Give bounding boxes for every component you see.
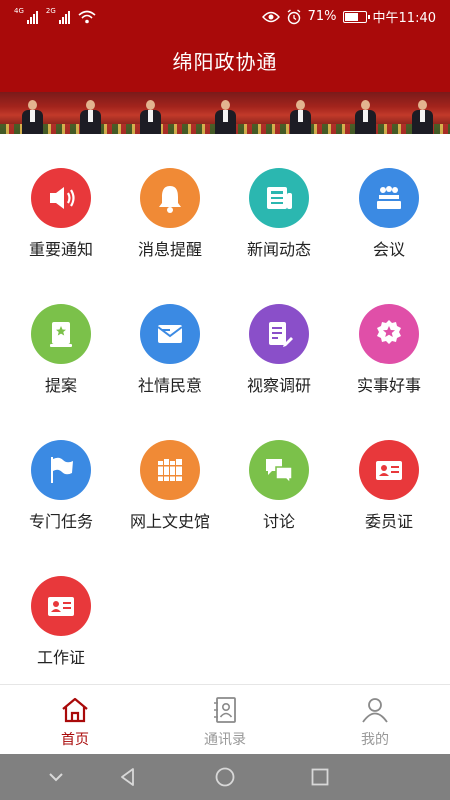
proposal-icon (50, 322, 72, 347)
grid-item-label: 会议 (372, 240, 405, 259)
signal-bars-icon (26, 11, 38, 24)
circle-bg (31, 304, 91, 364)
document-edit-icon (269, 322, 293, 347)
circle-bg (249, 440, 309, 500)
circle-bg (249, 168, 309, 228)
nav-recents-button[interactable] (307, 764, 333, 790)
network-type-2: 2G (45, 7, 56, 15)
grid-item-news[interactable]: 新闻动态 (224, 168, 334, 268)
tab-home[interactable]: 首页 (0, 685, 150, 755)
banner-figure (80, 100, 101, 134)
banner-figure (215, 100, 236, 134)
grid-item-message-reminder[interactable]: 消息提醒 (115, 168, 225, 268)
status-bar: 4G 2G 71% 中午11:40 (0, 0, 450, 32)
signal-group: 4G 2G (14, 8, 96, 24)
clock: 中午11:40 (372, 11, 436, 26)
books-icon (158, 459, 182, 481)
eye-icon (261, 11, 280, 22)
nav-home-button[interactable] (212, 764, 238, 790)
circle-bg (140, 304, 200, 364)
bell-icon (159, 186, 181, 213)
id-card-icon (376, 461, 402, 480)
flag-icon (51, 457, 73, 483)
banner-figure (290, 100, 311, 134)
network-type-1: 4G (14, 7, 24, 15)
system-nav-bar (0, 754, 450, 800)
grid-item-public-opinion[interactable]: 社情民意 (115, 304, 225, 404)
banner-figure (140, 100, 161, 134)
grid-item-good-deeds[interactable]: 实事好事 (334, 304, 444, 404)
grid-item-label: 工作证 (36, 648, 85, 667)
circle-bg (31, 440, 91, 500)
grid-item-label: 委员证 (364, 512, 413, 531)
grid-item-proposal[interactable]: 提案 (6, 304, 116, 404)
envelope-icon (157, 325, 183, 343)
back-icon (121, 768, 134, 786)
home-circle-icon (215, 767, 235, 787)
alarm-icon (287, 8, 301, 24)
battery-percent: 71% (307, 9, 337, 24)
grid-item-label: 实事好事 (356, 376, 421, 395)
grid-item-discussion[interactable]: 讨论 (224, 440, 334, 540)
circle-bg (140, 168, 200, 228)
circle-bg (31, 576, 91, 636)
status-right: 71% 中午11:40 (261, 7, 436, 26)
recents-icon (311, 768, 329, 786)
bottom-tab-bar: 首页 通讯录 我的 (0, 684, 450, 754)
circle-bg (359, 168, 419, 228)
grid-item-inspection[interactable]: 视察调研 (224, 304, 334, 404)
profile-icon (362, 698, 388, 723)
circle-bg (249, 304, 309, 364)
circle-bg (359, 304, 419, 364)
megaphone-icon (50, 187, 75, 209)
contacts-icon (214, 697, 236, 723)
nav-back-button[interactable] (115, 764, 141, 790)
battery-icon (342, 10, 370, 23)
star-badge-icon (377, 320, 401, 344)
grid-item-special-task[interactable]: 专门任务 (6, 440, 116, 540)
tab-label: 我的 (361, 732, 389, 748)
grid-item-online-history-museum[interactable]: 网上文史馆 (115, 440, 225, 540)
banner-figure (22, 100, 43, 134)
circle-bg (359, 440, 419, 500)
newspaper-icon (267, 187, 292, 209)
tab-contacts[interactable]: 通讯录 (150, 685, 300, 755)
circle-bg (31, 168, 91, 228)
tab-profile[interactable]: 我的 (300, 685, 450, 755)
app-title: 绵阳政协通 (0, 32, 450, 92)
signal-bars-icon-2 (58, 11, 70, 24)
banner-figure (355, 100, 376, 134)
grid-item-meeting[interactable]: 会议 (334, 168, 444, 268)
grid-item-member-card[interactable]: 委员证 (334, 440, 444, 540)
chevron-down-icon (49, 773, 63, 782)
home-icon (62, 697, 88, 723)
id-card-icon (48, 597, 74, 616)
meeting-icon (377, 186, 401, 209)
tab-label: 首页 (61, 732, 89, 748)
circle-bg (140, 440, 200, 500)
chat-icon (266, 459, 293, 485)
grid-item-work-card[interactable]: 工作证 (6, 576, 116, 676)
nav-collapse-button[interactable] (43, 764, 69, 790)
tab-label: 通讯录 (204, 732, 246, 748)
banner-image (0, 92, 450, 134)
banner-figure (412, 100, 433, 134)
grid-item-important-notice[interactable]: 重要通知 (6, 168, 116, 268)
wifi-icon (78, 10, 96, 24)
